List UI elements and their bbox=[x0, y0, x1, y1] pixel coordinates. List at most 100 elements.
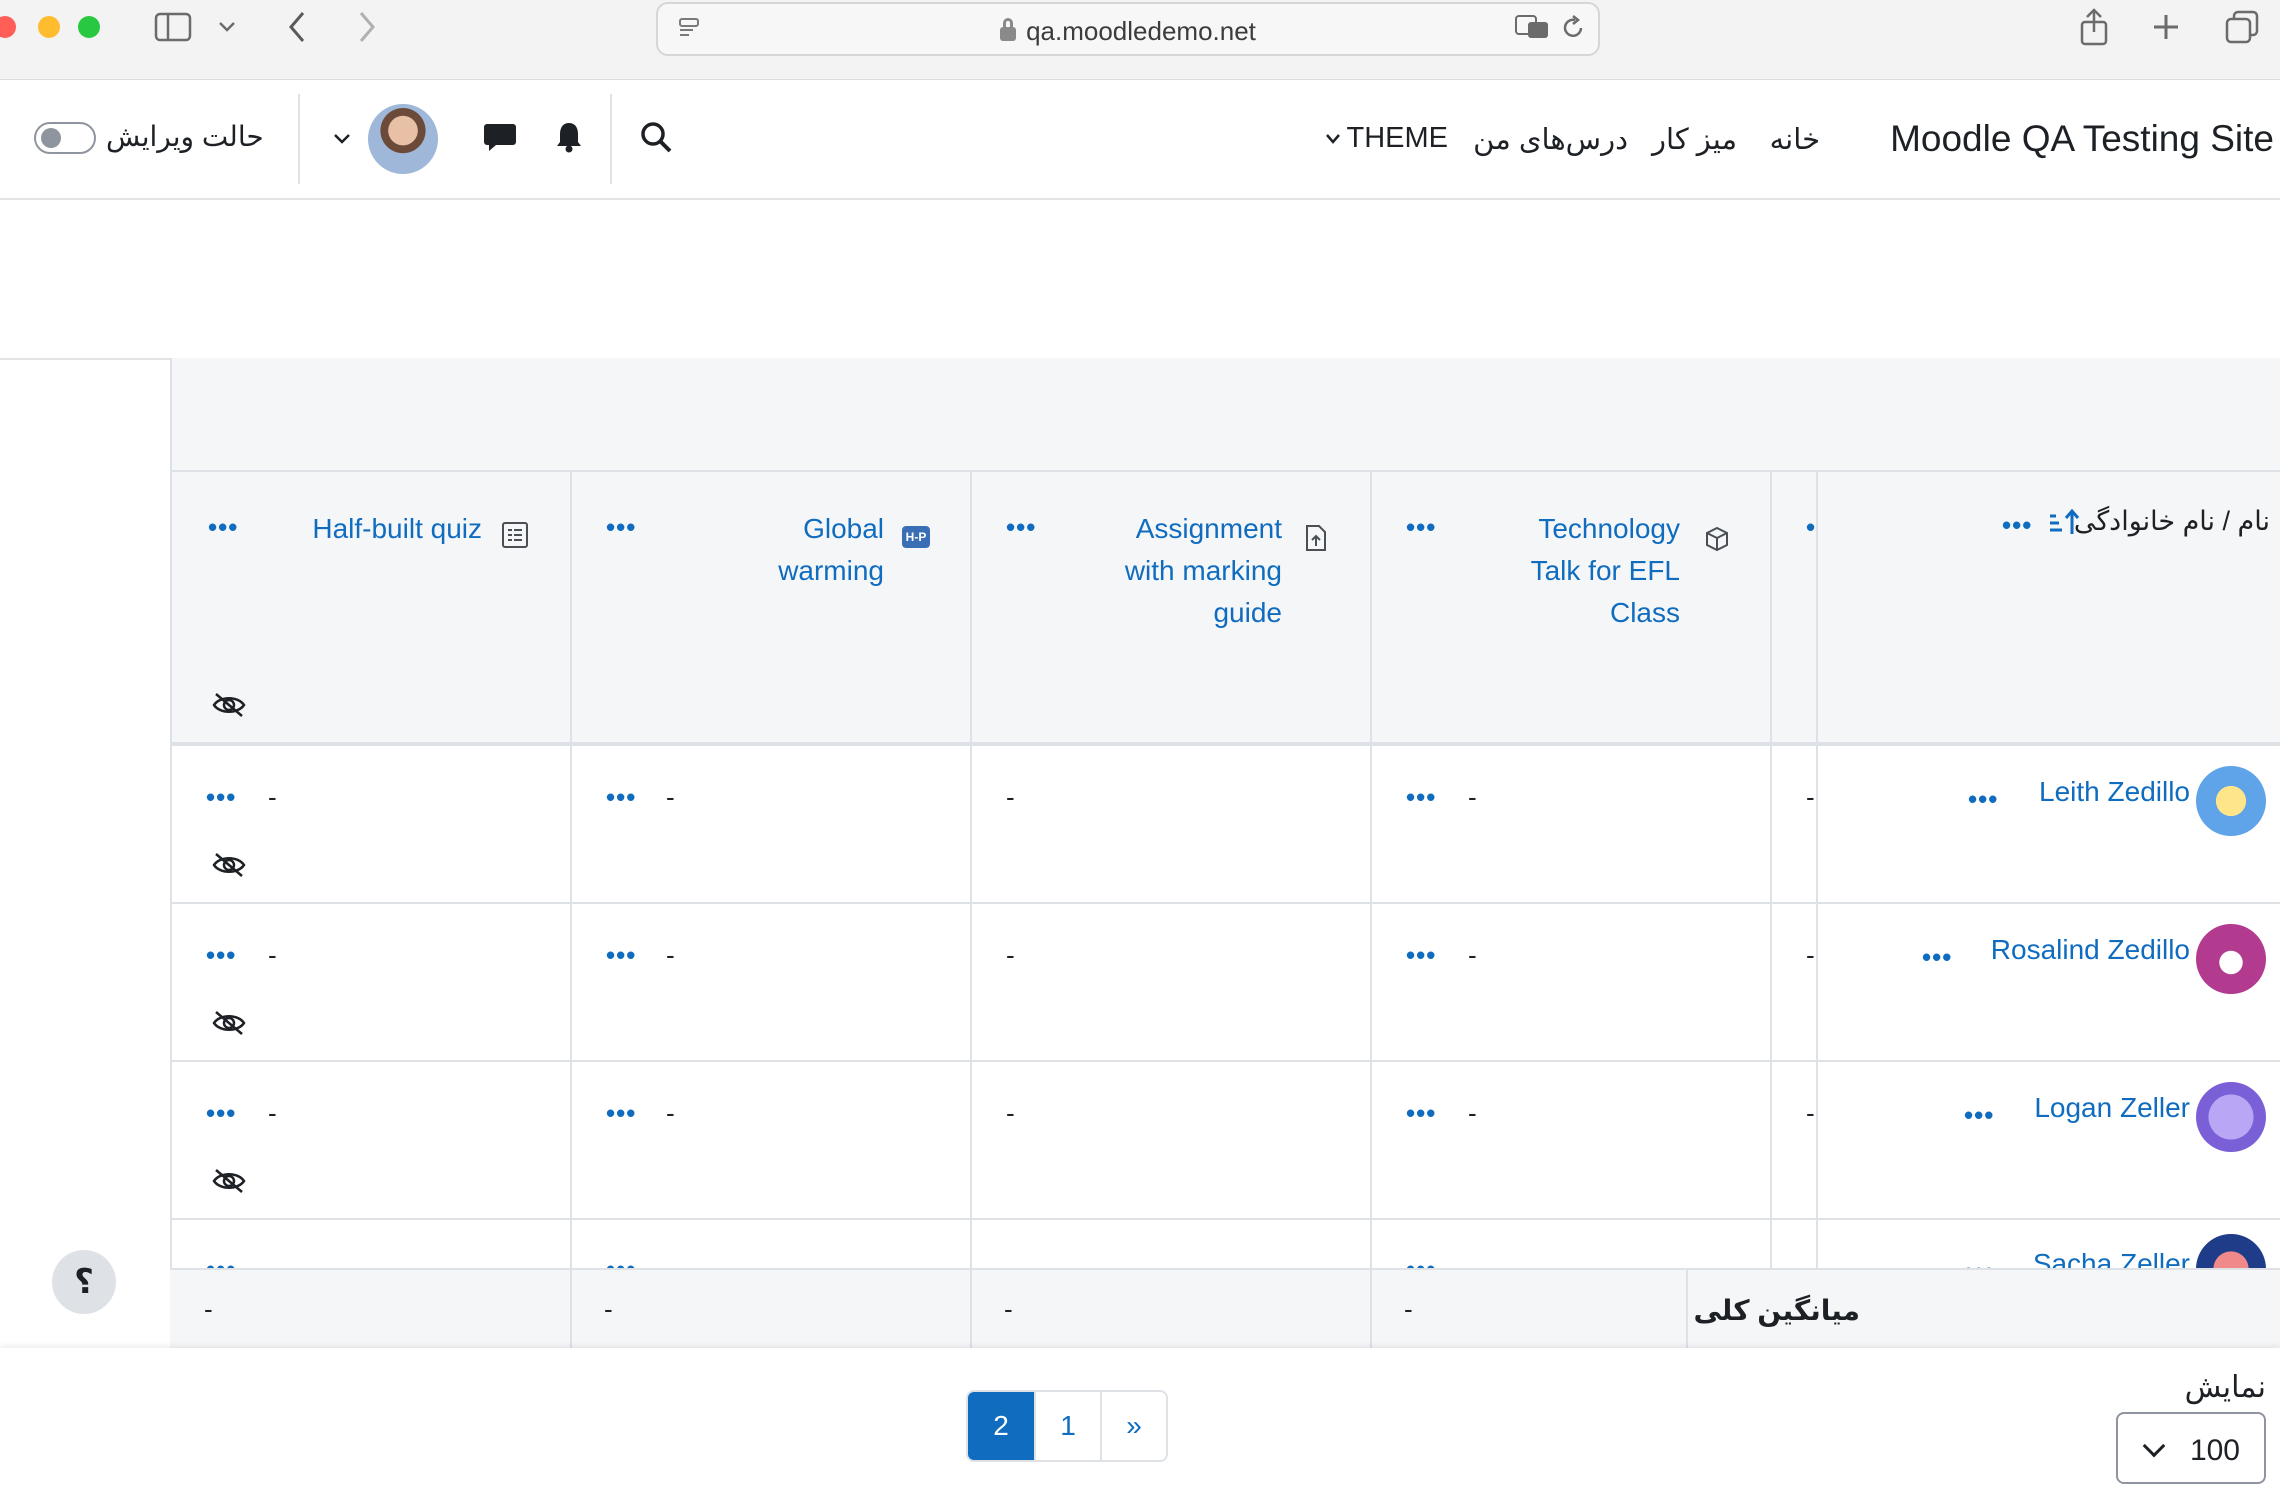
h5p-icon: H-P bbox=[902, 526, 930, 548]
cell-actions-menu[interactable]: ••• bbox=[606, 1100, 636, 1126]
column-header: Technology Talk for EFL Class ••• bbox=[1372, 472, 1770, 744]
grade-cell[interactable]: - bbox=[1006, 782, 1015, 813]
column-title-global-warming[interactable]: Global warming bbox=[778, 508, 884, 592]
navbar-divider bbox=[610, 94, 612, 184]
row-actions-menu[interactable]: ••• bbox=[1922, 944, 1952, 970]
column-divider bbox=[1370, 1270, 1372, 1350]
grade-cell[interactable]: - bbox=[666, 940, 675, 971]
grade-cell[interactable]: - bbox=[268, 1098, 277, 1129]
package-icon bbox=[1706, 526, 1728, 552]
table-category-row bbox=[172, 358, 2280, 472]
column-actions-menu[interactable]: ••• bbox=[606, 514, 636, 540]
column-title-half-built-quiz[interactable]: Half-built quiz bbox=[312, 508, 482, 550]
user-name-link[interactable]: Rosalind Zedillo bbox=[1991, 934, 2190, 966]
nav-dashboard[interactable]: میز کار bbox=[1652, 122, 1737, 157]
translate-icon[interactable] bbox=[1512, 8, 1552, 46]
user-avatar[interactable] bbox=[368, 104, 438, 174]
new-tab-icon[interactable] bbox=[2146, 8, 2186, 46]
messages-icon[interactable] bbox=[482, 118, 518, 156]
column-header: H-P Global warming ••• bbox=[572, 472, 970, 744]
sort-ascending-icon[interactable] bbox=[2048, 508, 2082, 536]
search-icon[interactable] bbox=[638, 118, 674, 156]
chevron-down-icon[interactable] bbox=[214, 8, 240, 46]
row-actions-menu[interactable]: ••• bbox=[1968, 786, 1998, 812]
maximize-window-button[interactable] bbox=[78, 16, 100, 38]
page-link-2[interactable]: 2 bbox=[968, 1392, 1034, 1460]
edit-mode-toggle[interactable] bbox=[34, 122, 96, 154]
grade-cell[interactable]: - bbox=[1806, 940, 1815, 971]
grader-table: Half-built quiz ••• H-P Global warming •… bbox=[170, 358, 2280, 1348]
pagination-bar: 2 1 » نمایش 100 bbox=[0, 1348, 2280, 1506]
overall-average-row: - - - - میانگین کلی bbox=[170, 1268, 2280, 1350]
chevron-down-icon bbox=[2142, 1434, 2166, 1458]
reload-icon[interactable] bbox=[1558, 8, 1588, 46]
cell-actions-menu[interactable]: ••• bbox=[206, 942, 236, 968]
help-button[interactable]: ؟ bbox=[52, 1250, 116, 1314]
column-actions-menu[interactable]: • bbox=[1806, 514, 1816, 540]
sidebar-toggle-icon[interactable] bbox=[152, 8, 194, 46]
grade-cell[interactable]: - bbox=[666, 1098, 675, 1129]
grade-cell[interactable]: - bbox=[1006, 940, 1015, 971]
overall-average-label: میانگین کلی bbox=[1693, 1295, 1860, 1326]
column-actions-menu[interactable]: ••• bbox=[2002, 512, 2032, 538]
row-actions-menu[interactable]: ••• bbox=[1964, 1102, 1994, 1128]
column-actions-menu[interactable]: ••• bbox=[1406, 514, 1436, 540]
cell-actions-menu[interactable]: ••• bbox=[206, 1100, 236, 1126]
page-link-next[interactable]: » bbox=[1100, 1392, 1166, 1460]
page-link-1[interactable]: 1 bbox=[1034, 1392, 1100, 1460]
average-value: - bbox=[1404, 1294, 1413, 1324]
cell-actions-menu[interactable]: ••• bbox=[606, 942, 636, 968]
grade-cell[interactable]: - bbox=[1468, 782, 1477, 813]
user-menu-chevron-icon[interactable] bbox=[330, 120, 354, 158]
name-header[interactable]: نام / نام خانوادگی bbox=[2074, 506, 2270, 537]
user-name-link[interactable]: Logan Zeller bbox=[2034, 1092, 2190, 1124]
column-actions-menu[interactable]: ••• bbox=[1006, 514, 1036, 540]
average-value: - bbox=[604, 1294, 613, 1324]
row-divider bbox=[172, 1218, 2280, 1220]
tab-overview-icon[interactable] bbox=[2222, 8, 2262, 46]
quiz-icon bbox=[502, 522, 528, 548]
grade-cell[interactable]: - bbox=[1468, 940, 1477, 971]
column-actions-menu[interactable]: ••• bbox=[208, 514, 238, 540]
nav-theme[interactable]: THEME bbox=[1325, 122, 1448, 155]
minimize-window-button[interactable] bbox=[38, 16, 60, 38]
row-divider bbox=[172, 902, 2280, 904]
grade-cell[interactable]: - bbox=[1468, 1098, 1477, 1129]
moodle-navbar: Moodle QA Testing Site خانه میز کار درس‌… bbox=[0, 80, 2280, 200]
hidden-eye-icon bbox=[212, 1169, 246, 1193]
chevron-down-icon bbox=[1325, 134, 1340, 145]
hidden-eye-icon bbox=[212, 853, 246, 877]
cell-actions-menu[interactable]: ••• bbox=[1406, 784, 1436, 810]
cell-actions-menu[interactable]: ••• bbox=[1406, 942, 1436, 968]
grade-cell[interactable]: - bbox=[268, 940, 277, 971]
cell-actions-menu[interactable]: ••• bbox=[1406, 1100, 1436, 1126]
column-header: Assignment with marking guide ••• bbox=[972, 472, 1370, 744]
site-name[interactable]: Moodle QA Testing Site bbox=[1890, 118, 2274, 160]
grade-cell[interactable]: - bbox=[666, 782, 675, 813]
back-icon[interactable] bbox=[282, 8, 312, 46]
close-window-button[interactable] bbox=[0, 16, 16, 38]
edit-mode-label: حالت ویرایش bbox=[106, 121, 264, 152]
grade-cell[interactable]: - bbox=[1806, 782, 1815, 813]
user-name-link[interactable]: Leith Zedillo bbox=[2039, 776, 2190, 808]
grade-cell[interactable]: - bbox=[1006, 1098, 1015, 1129]
notifications-bell-icon[interactable] bbox=[552, 118, 586, 156]
grade-column-half-built-quiz: Half-built quiz ••• bbox=[172, 472, 572, 1348]
cell-actions-menu[interactable]: ••• bbox=[606, 784, 636, 810]
nav-home[interactable]: خانه bbox=[1770, 122, 1820, 157]
grade-column-total: • bbox=[1772, 472, 1818, 1348]
avatar[interactable] bbox=[2196, 1082, 2266, 1152]
forward-icon[interactable] bbox=[352, 8, 382, 46]
column-title-technology-talk[interactable]: Technology Talk for EFL Class bbox=[1531, 508, 1680, 634]
assignment-icon bbox=[1306, 525, 1326, 551]
nav-my-courses[interactable]: درس‌های من bbox=[1473, 122, 1628, 157]
share-icon[interactable] bbox=[2074, 8, 2114, 46]
avatar[interactable] bbox=[2196, 924, 2266, 994]
grade-cell[interactable]: - bbox=[268, 782, 277, 813]
cell-actions-menu[interactable]: ••• bbox=[206, 784, 236, 810]
column-title-assignment[interactable]: Assignment with marking guide bbox=[1125, 508, 1282, 634]
grade-cell[interactable]: - bbox=[1806, 1098, 1815, 1129]
per-page-select[interactable]: 100 bbox=[2116, 1412, 2266, 1484]
address-bar[interactable]: qa.moodledemo.net bbox=[656, 2, 1600, 56]
avatar[interactable] bbox=[2196, 766, 2266, 836]
